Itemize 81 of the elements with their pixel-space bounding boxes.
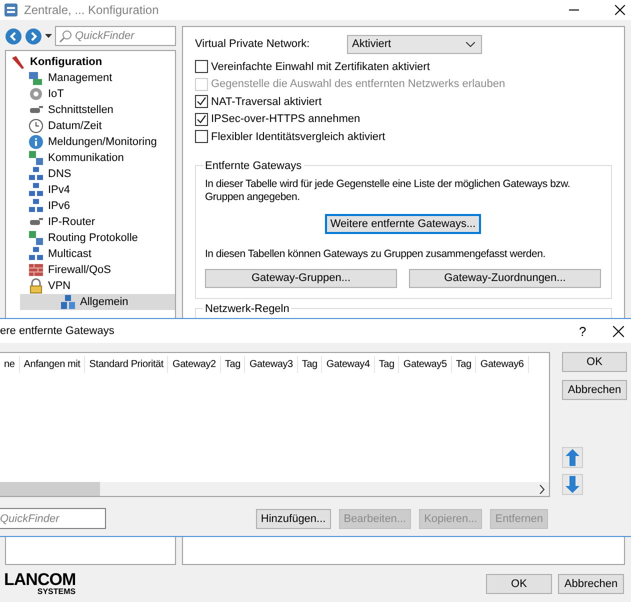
back-icon[interactable] (5, 28, 22, 44)
tree-item[interactable]: IoT (6, 86, 175, 102)
column-header[interactable]: Gateway3 (245, 356, 298, 373)
tree-item[interactable]: DNS (6, 166, 175, 182)
tree-item[interactable]: Management (6, 70, 175, 86)
window-title: Zentrale, ... Konfiguration (24, 3, 160, 17)
remote-gateways-button[interactable]: Weitere entfernte Gateways... (325, 214, 481, 234)
column-header[interactable]: Anfangen mit (20, 356, 86, 373)
checkbox-label: Gegenstelle die Auswahl des entfernten Netzwerks erlauben (211, 78, 506, 90)
column-header[interactable]: Gateway2 (168, 356, 221, 373)
network-icon (28, 166, 44, 182)
app-icon (4, 3, 18, 17)
checkbox-label: Vereinfachte Einwahl mit Zertifikaten aktiviert (211, 60, 430, 73)
description-text: In dieser Tabelle wird für jede Gegenstelle eine Liste der möglichen Gateways bzw. Gruppen angegeben. (205, 178, 572, 204)
tree-item[interactable]: VPN (6, 278, 175, 294)
tree-item[interactable]: Meldungen/Monitoring (6, 134, 175, 150)
help-button[interactable]: ? (579, 324, 613, 338)
close-icon[interactable] (613, 326, 624, 336)
tree-item[interactable]: IPv6 (6, 198, 175, 214)
dialog-title: ere entfernte Gateways (0, 325, 116, 337)
checkbox[interactable] (195, 60, 208, 74)
column-header[interactable]: Tag (374, 356, 400, 373)
cancel-button[interactable]: Abbrechen (562, 380, 627, 400)
gateway-button[interactable]: Gateway-Gruppen... (205, 268, 397, 288)
tree-item[interactable]: IPv4 (6, 182, 175, 198)
checkbox[interactable] (195, 112, 208, 126)
close-icon[interactable] (615, 5, 625, 15)
ok-button[interactable]: OK (562, 352, 627, 372)
description-text: In diesen Tabellen können Gateways zu Gruppen zusammengefasst werden. (205, 248, 546, 260)
tree-item[interactable]: Konfiguration (6, 54, 175, 70)
checkbox-label: Flexibler Identitätsvergleich aktiviert (211, 130, 386, 143)
search-icon (59, 30, 72, 42)
checkbox-label: NAT-Traversal aktiviert (211, 96, 322, 108)
dropdown-caret-icon[interactable] (45, 34, 52, 38)
tree-item[interactable]: Multicast (6, 246, 175, 262)
column-header[interactable]: Tag (220, 356, 246, 373)
info-icon (28, 134, 44, 150)
column-header[interactable]: Tag (298, 356, 322, 373)
action-button[interactable]: Hinzufügen... (256, 508, 331, 528)
column-header[interactable]: Gateway6 (476, 356, 529, 373)
chevron-down-icon (466, 42, 475, 46)
padlock-icon (28, 278, 44, 294)
network-icon (28, 150, 44, 166)
ok-button[interactable]: OK (486, 574, 552, 594)
column-header[interactable]: Tag (452, 356, 476, 373)
quickfinder-field[interactable]: QuickFinder (0, 508, 106, 529)
gateway-button[interactable]: Gateway-Zuordnungen... (409, 268, 601, 288)
network-icon (28, 230, 44, 246)
cubes-icon (60, 294, 76, 310)
group-title: Netzwerk-Regeln (204, 302, 290, 314)
vpn-dropdown[interactable]: Aktiviert (347, 34, 482, 54)
checkbox[interactable] (195, 130, 208, 144)
forward-icon[interactable] (25, 28, 42, 44)
tree-item[interactable]: Kommunikation (6, 150, 175, 166)
tree-item[interactable]: Allgemein (20, 294, 175, 310)
company-logo: LANCOM SYSTEMS (4, 571, 76, 596)
tree-item[interactable]: Schnittstellen (6, 102, 175, 118)
tree-item[interactable]: Firewall/QoS (6, 262, 175, 278)
column-header[interactable]: Standard Priorität (85, 356, 168, 373)
tree-item[interactable]: Datum/Zeit (6, 118, 175, 134)
column-header[interactable]: Gateway4 (322, 356, 375, 373)
checkbox-label: IPSec-over-HTTPS annehmen (211, 113, 360, 126)
cancel-button[interactable]: Abbrechen (558, 574, 624, 594)
horizontal-scrollbar[interactable] (0, 482, 549, 496)
group-title: Entfernte Gateways (204, 160, 303, 172)
arrow-down-icon[interactable] (562, 474, 583, 495)
tree-item[interactable]: Routing Protokolle (6, 230, 175, 246)
network-icon (28, 182, 44, 198)
checkbox[interactable] (195, 95, 208, 108)
network-icon (28, 246, 44, 262)
chevron-right-icon[interactable] (539, 484, 545, 494)
network-icon (28, 198, 44, 214)
arrow-up-icon[interactable] (562, 447, 583, 468)
column-header[interactable]: Gateway5 (399, 356, 452, 373)
quickfinder-field[interactable]: QuickFinder (55, 26, 176, 46)
column-header[interactable]: ne (0, 356, 20, 373)
tree-item[interactable]: IP-Router (6, 214, 175, 230)
brick-wall-icon (28, 262, 44, 278)
computer-icon (28, 70, 44, 86)
field-label: Virtual Private Network: (195, 38, 311, 50)
clock-icon (28, 118, 44, 134)
